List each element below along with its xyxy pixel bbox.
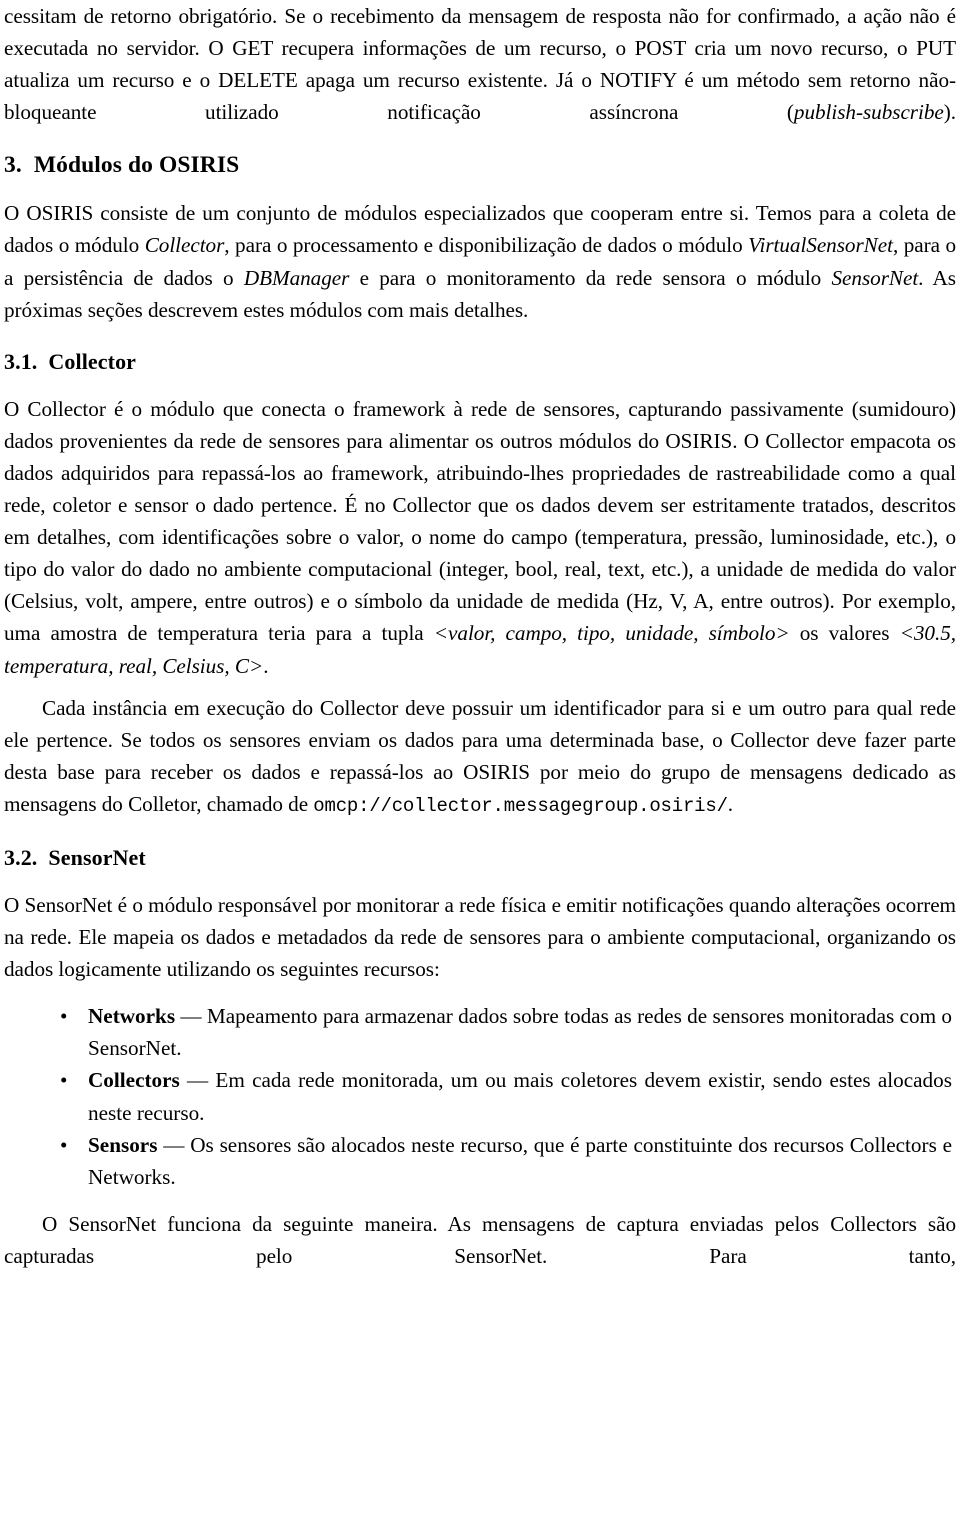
heading-section-3-2-number: 3.2. — [4, 844, 38, 870]
heading-section-3-title: Módulos do OSIRIS — [33, 152, 240, 179]
list-item-text: Em cada rede monitorada, um ou mais cole… — [88, 1068, 952, 1125]
emphasis-dbmanager: DBManager — [243, 265, 350, 290]
list-item-text: Os sensores são alocados neste recurso, … — [88, 1132, 953, 1189]
emphasis-virtualsensornet: VirtualSensorNet — [748, 233, 893, 258]
list-item-dash: — — [179, 1068, 216, 1093]
list-item-text: Mapeamento para armazenar dados sobre to… — [88, 1004, 952, 1061]
list-item: • Sensors — Os sensores são alocados nest… — [4, 1129, 956, 1193]
heading-section-3: 3. Módulos do OSIRIS — [4, 150, 956, 180]
list-item-term: Networks — [88, 1004, 176, 1029]
modules-overview-s4: e para o monitoramento da rede sensora o… — [349, 265, 832, 290]
paragraph-sensornet-operation: O SensorNet funciona da seguinte maneira… — [4, 1211, 956, 1268]
message-group-uri: omcp://collector.messagegroup.osiris/ — [313, 794, 728, 817]
paragraph-collector-instance: Cada instância em execução do Collector … — [4, 692, 956, 822]
emphasis-sensornet: SensorNet — [831, 265, 919, 290]
heading-section-3-number: 3. — [4, 152, 22, 179]
list-item: • Collectors — Em cada rede monitorada, u… — [4, 1064, 956, 1128]
collector-instance-s2: . — [727, 791, 734, 816]
resource-bullet-list: • Networks — Mapeamento para armazenar da… — [4, 1000, 956, 1193]
paragraph-sensornet-intro: O SensorNet é o módulo responsável por m… — [4, 892, 956, 982]
collector-desc-s3: . — [263, 653, 269, 678]
emphasis-collector: Collector — [144, 233, 225, 258]
heading-section-3-1-title: Collector — [48, 348, 137, 374]
emphasis-publish-subscribe: publish-subscribe — [793, 100, 944, 125]
heading-section-3-1: 3.1. Collector — [4, 348, 956, 376]
bullet-icon: • — [60, 1132, 68, 1157]
text-column: cessitam de retorno obrigatório. Se o re… — [4, 0, 956, 1272]
heading-section-3-1-number: 3.1. — [4, 348, 38, 374]
list-item-term: Sensors — [88, 1132, 158, 1157]
paragraph-modules-overview: O OSIRIS consiste de um conjunto de módu… — [4, 197, 956, 325]
paragraph-intro-tail: ). — [943, 100, 956, 125]
heading-section-3-2: 3.2. SensorNet — [4, 844, 956, 872]
collector-desc-s2: os valores — [789, 621, 900, 646]
bullet-icon: • — [60, 1068, 68, 1093]
heading-section-3-2-title: SensorNet — [48, 844, 146, 870]
list-item-dash: — — [175, 1004, 207, 1029]
list-item: • Networks — Mapeamento para armazenar da… — [4, 1000, 956, 1064]
list-item-dash: — — [157, 1132, 191, 1157]
paragraph-intro-continuation: cessitam de retorno obrigatório. Se o re… — [4, 0, 956, 128]
modules-overview-s2: , para o processamento e disponibilizaçã… — [224, 233, 749, 258]
paragraph-collector-description: O Collector é o módulo que conecta o fra… — [4, 393, 956, 682]
collector-desc-s1: O Collector é o módulo que conecta o fra… — [4, 396, 956, 646]
list-item-term: Collectors — [88, 1068, 180, 1093]
document-page: cessitam de retorno obrigatório. Se o re… — [0, 0, 960, 1514]
emphasis-tuple-fields: <valor, campo, tipo, unidade, símbolo> — [433, 621, 790, 646]
bullet-icon: • — [60, 1004, 68, 1029]
